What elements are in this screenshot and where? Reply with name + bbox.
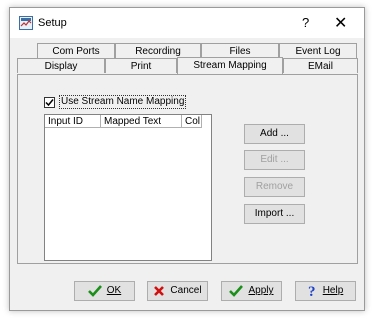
apply-label: Apply [248,285,274,296]
tab-control: Com Ports Recording Files Event Log Disp… [17,43,359,264]
add-button[interactable]: Add ... [244,124,305,144]
tab-label: Files [229,46,251,57]
app-icon [19,16,33,30]
help-label: Help [322,285,344,296]
cancel-label: Cancel [170,285,202,296]
checkmark-icon [87,285,102,297]
column-header-input-id[interactable]: Input ID [45,115,101,128]
edit-button[interactable]: Edit ... [244,150,305,170]
column-header-col[interactable]: Col [182,115,202,128]
tab-label: EMail [307,61,333,72]
red-x-icon [154,286,165,296]
checkmark-icon [45,99,54,107]
title-help-button[interactable]: ? [302,15,309,30]
tab-label: Display [44,61,78,72]
mapping-list[interactable]: Input ID Mapped Text Col [44,114,212,261]
tab-recording[interactable]: Recording [115,43,201,58]
tab-email[interactable]: EMail [283,58,358,73]
tab-event-log[interactable]: Event Log [279,43,357,58]
tab-label: Print [130,61,152,72]
stream-mapping-panel: Use Stream Name Mapping Input ID Mapped … [17,74,358,264]
help-question-icon: ? [308,284,316,298]
column-header-mapped-text[interactable]: Mapped Text [101,115,182,128]
title-bar: Setup ? ✕ [10,8,364,38]
setup-dialog: Setup ? ✕ Com Ports Recording Files Even… [9,7,365,311]
window-title: Setup [38,17,67,29]
tab-com-ports[interactable]: Com Ports [37,43,115,58]
remove-button[interactable]: Remove [244,177,305,197]
tab-display[interactable]: Display [17,58,105,73]
import-button[interactable]: Import ... [244,204,305,224]
ok-label: OK [106,285,122,296]
tab-label: Recording [135,46,181,57]
stream-mapping-checkbox-label[interactable]: Use Stream Name Mapping [59,95,187,109]
close-button[interactable]: ✕ [334,13,347,33]
apply-button[interactable]: Apply [221,281,282,301]
tab-print[interactable]: Print [105,58,177,73]
checkmark-icon [229,285,244,297]
cancel-button[interactable]: Cancel [147,281,208,301]
help-button[interactable]: ? Help [295,281,356,301]
tab-stream-mapping[interactable]: Stream Mapping [177,57,283,74]
tab-label: Com Ports [52,46,100,57]
tab-label: Event Log [295,46,341,57]
ok-button[interactable]: OK [74,281,135,301]
tab-label: Stream Mapping [193,60,267,71]
tab-files[interactable]: Files [201,43,279,58]
svg-text:?: ? [308,284,316,298]
stream-mapping-checkbox[interactable] [44,97,55,108]
